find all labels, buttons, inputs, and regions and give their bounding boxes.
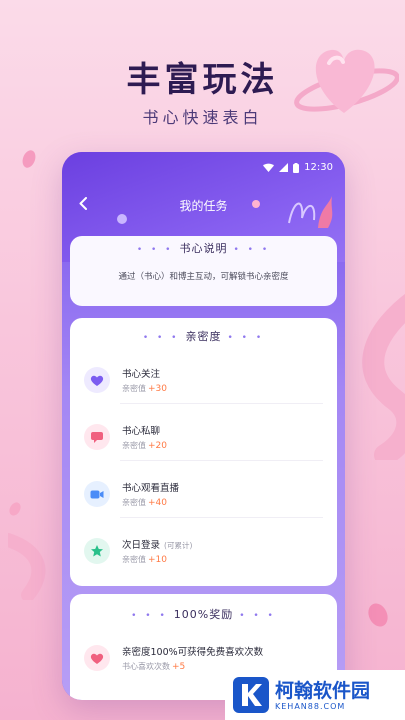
phone-mockup: 12:30 我的任务 • • • 书心说明 • • • 通过（书心）和博主互动，可解…: [62, 152, 345, 700]
task-text: 书心关注 亲密值 +30: [122, 366, 167, 394]
info-card: • • • 书心说明 • • • 通过（书心）和博主互动，可解锁书心亲密度: [70, 236, 337, 306]
task-sub-label: 亲密值: [122, 441, 146, 450]
task-subline: 亲密值 +10: [122, 554, 192, 565]
task-text: 书心私聊 亲密值 +20: [122, 423, 167, 451]
title-dots-left: • • •: [142, 333, 180, 343]
status-bar: 12:30: [263, 162, 333, 173]
battery-icon: [293, 162, 300, 173]
star-icon: [84, 538, 110, 564]
task-name: 书心私聊: [122, 426, 161, 437]
bubble-decoration: [252, 200, 260, 208]
task-name: 书心关注: [122, 369, 161, 380]
task-sub-label: 亲密值: [122, 555, 146, 564]
task-text: 次日登录 (可累计) 亲密值 +10: [122, 537, 192, 565]
status-time: 12:30: [304, 162, 333, 173]
title-dots-right: • • •: [239, 611, 276, 621]
task-points: +10: [148, 555, 167, 565]
video-icon: [84, 481, 110, 507]
task-text: 书心观看直播 亲密值 +40: [122, 480, 179, 508]
watermark: 柯翰软件园 KEHAN88.COM: [225, 670, 405, 720]
watermark-name: 柯翰软件园: [275, 679, 371, 702]
reward-name: 亲密度100%可获得免费喜欢次数: [122, 647, 264, 658]
task-item[interactable]: 书心观看直播 亲密值 +40: [84, 470, 323, 518]
hero-subtitle: 书心快速表白: [142, 108, 263, 127]
watermark-text: 柯翰软件园 KEHAN88.COM: [275, 680, 370, 711]
wifi-icon: [263, 163, 275, 172]
title-dots-right: • • •: [227, 333, 265, 343]
info-card-header: • • • 书心说明 • • •: [70, 236, 337, 262]
reward-text: 亲密度100%可获得免费喜欢次数 书心喜欢次数 +5: [122, 644, 263, 672]
doodle-decoration: [288, 196, 333, 228]
heart-icon: [84, 645, 110, 671]
signal-icon: [279, 163, 289, 172]
task-points: +20: [148, 441, 167, 451]
task-name: 次日登录: [122, 540, 161, 551]
reward-points: +5: [172, 662, 186, 672]
intimacy-task-card: • • • 亲密度 • • • 书心关注 亲密值 +30 书心私聊 亲密值 +20: [70, 318, 337, 586]
task-extra-note: (可累计): [164, 541, 193, 550]
task-subline: 亲密值 +40: [122, 497, 179, 508]
ribbon-decoration-left: [8, 533, 46, 600]
task-sub-label: 亲密值: [122, 384, 146, 393]
task-name-row: 次日登录 (可累计): [122, 537, 192, 551]
task-points: +40: [148, 498, 167, 508]
task-subline: 亲密值 +20: [122, 440, 167, 451]
bubble-decoration: [117, 214, 127, 224]
chat-icon: [84, 424, 110, 450]
task-name: 书心观看直播: [122, 483, 180, 494]
reward-card-header: • • • 100%奖励 • • •: [70, 602, 337, 628]
task-item[interactable]: 书心关注 亲密值 +30: [84, 356, 323, 404]
reward-sub-label: 书心喜欢次数: [122, 662, 170, 671]
petal-decoration: [368, 603, 388, 627]
hero-title: 丰富玩法: [126, 60, 279, 100]
task-points: +30: [148, 384, 167, 394]
task-card-title: 亲密度: [185, 330, 222, 343]
petal-decoration: [9, 502, 21, 516]
task-card-header: • • • 亲密度 • • •: [70, 324, 337, 350]
title-dots-right: • • •: [233, 245, 271, 255]
reward-card-title: 100%奖励: [173, 608, 234, 621]
heart-icon: [84, 367, 110, 393]
info-card-title: 书心说明: [179, 242, 228, 255]
title-dots-left: • • •: [136, 245, 174, 255]
task-subline: 亲密值 +30: [122, 383, 167, 394]
watermark-domain: KEHAN88.COM: [275, 701, 346, 711]
petal-decoration: [22, 150, 36, 168]
task-sub-label: 亲密值: [122, 498, 146, 507]
title-dots-left: • • •: [131, 611, 168, 621]
info-card-text: 通过（书心）和博主互动，可解锁书心亲密度: [118, 272, 289, 282]
watermark-logo-icon: [233, 677, 269, 713]
task-item[interactable]: 书心私聊 亲密值 +20: [84, 413, 323, 461]
task-item[interactable]: 次日登录 (可累计) 亲密值 +10: [84, 527, 323, 575]
